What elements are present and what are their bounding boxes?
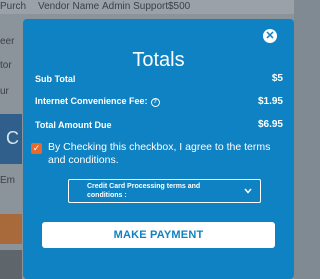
background-footer [0,250,22,279]
subtotal-label: Sub Total [35,73,76,84]
background-text: eer [0,36,15,47]
convenience-fee-label-wrap: Internet Convenience Fee:? [35,96,160,107]
convenience-fee-amount: $1.95 [257,96,283,107]
background-text: Em [0,175,15,186]
convenience-fee-row: Internet Convenience Fee:? $1.95 [35,96,283,107]
chevron-down-icon-svg [244,188,252,194]
terms-checkbox[interactable]: ✓ [31,143,42,154]
chevron-down-icon [236,186,260,196]
info-icon[interactable]: ? [150,97,160,107]
make-payment-button[interactable]: MAKE PAYMENT [42,222,275,248]
close-icon[interactable]: ✕ [263,29,277,43]
total-due-label: Total Amount Due [35,119,112,130]
background-text: Purch [0,1,27,12]
background-text: ur [0,86,9,97]
subtotal-row: Sub Total $5 [35,73,283,84]
subtotal-amount: $5 [271,73,283,84]
terms-checkbox-label[interactable]: By Checking this checkbox, I agree to th… [48,141,286,167]
background-text: $500 [168,1,191,12]
convenience-fee-label: Internet Convenience Fee: [35,96,148,107]
modal-title: Totals [132,49,185,71]
terms-select-value: Credit Card Processing terms and conditi… [87,183,201,199]
total-due-amount: $6.95 [257,119,283,130]
background-button [0,214,22,244]
terms-agreement: ✓ By Checking this checkbox, I agree to … [31,141,286,167]
terms-select[interactable]: Credit Card Processing terms and conditi… [68,179,261,203]
background-text: tor [0,60,12,71]
total-due-row: Total Amount Due $6.95 [35,119,283,130]
totals-modal: ✕ Totals Sub Total $5 Internet Convenien… [23,19,294,279]
background-text: Admin Support [102,1,169,12]
background-text: C [6,128,19,148]
background-text: Vendor Name [38,1,100,12]
